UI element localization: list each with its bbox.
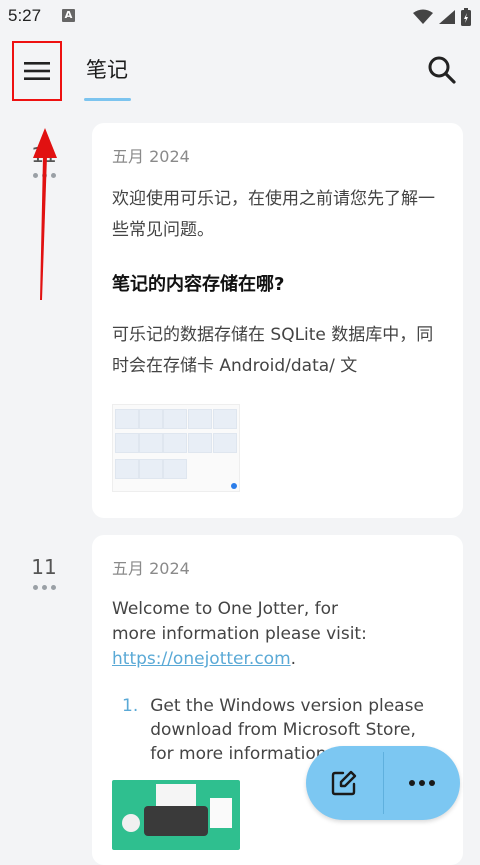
battery-icon [461,8,471,26]
search-button[interactable] [424,52,460,88]
menu-button[interactable] [12,41,62,101]
hamburger-menu-icon [24,62,50,80]
note-paragraph: Welcome to One Jotter, for [112,599,339,619]
note-paragraph: 可乐记的数据存储在 SQLite 数据库中，同时会在存储卡 Android/da… [112,325,434,376]
note-card[interactable]: 五月 2024 欢迎使用可乐记，在使用之前请您先了解一些常见问题。 笔记的内容存… [92,123,463,518]
status-time: 5:27 [8,6,42,25]
app-bar: 笔记 [0,34,480,104]
note-heading: 笔记的内容存储在哪? [112,274,285,295]
more-horizontal-icon [408,780,435,786]
tab-indicator [84,98,131,101]
more-dots-icon[interactable] [20,585,68,590]
note-date-label: 五月 2024 [112,147,190,166]
search-icon [428,56,456,84]
wifi-icon [413,9,433,24]
note-day: 11 [31,555,57,579]
status-bar: 5:27 A [0,0,480,34]
annotation-arrow [33,128,57,300]
note-date-column: 11 [20,555,68,590]
screenshot-thumbnail[interactable] [112,404,240,492]
edit-icon [332,770,357,796]
floating-action-group [306,746,460,820]
note-paragraph: 欢迎使用可乐记，在使用之前请您先了解一些常见问题。 [112,189,435,240]
a-notification-icon: A [62,9,75,22]
note-date-label: 五月 2024 [112,559,190,578]
list-number: 1. [122,696,139,716]
link-suffix: . [290,649,297,669]
new-note-button[interactable] [306,746,383,820]
typewriter-illustration[interactable] [112,780,240,850]
note-paragraph: more information please visit: [112,624,367,644]
more-options-button[interactable] [384,746,461,820]
signal-icon [439,10,455,24]
tab-notes[interactable]: 笔记 [86,54,128,84]
status-icons [412,8,472,26]
website-link[interactable]: https://onejotter.com [112,649,291,669]
